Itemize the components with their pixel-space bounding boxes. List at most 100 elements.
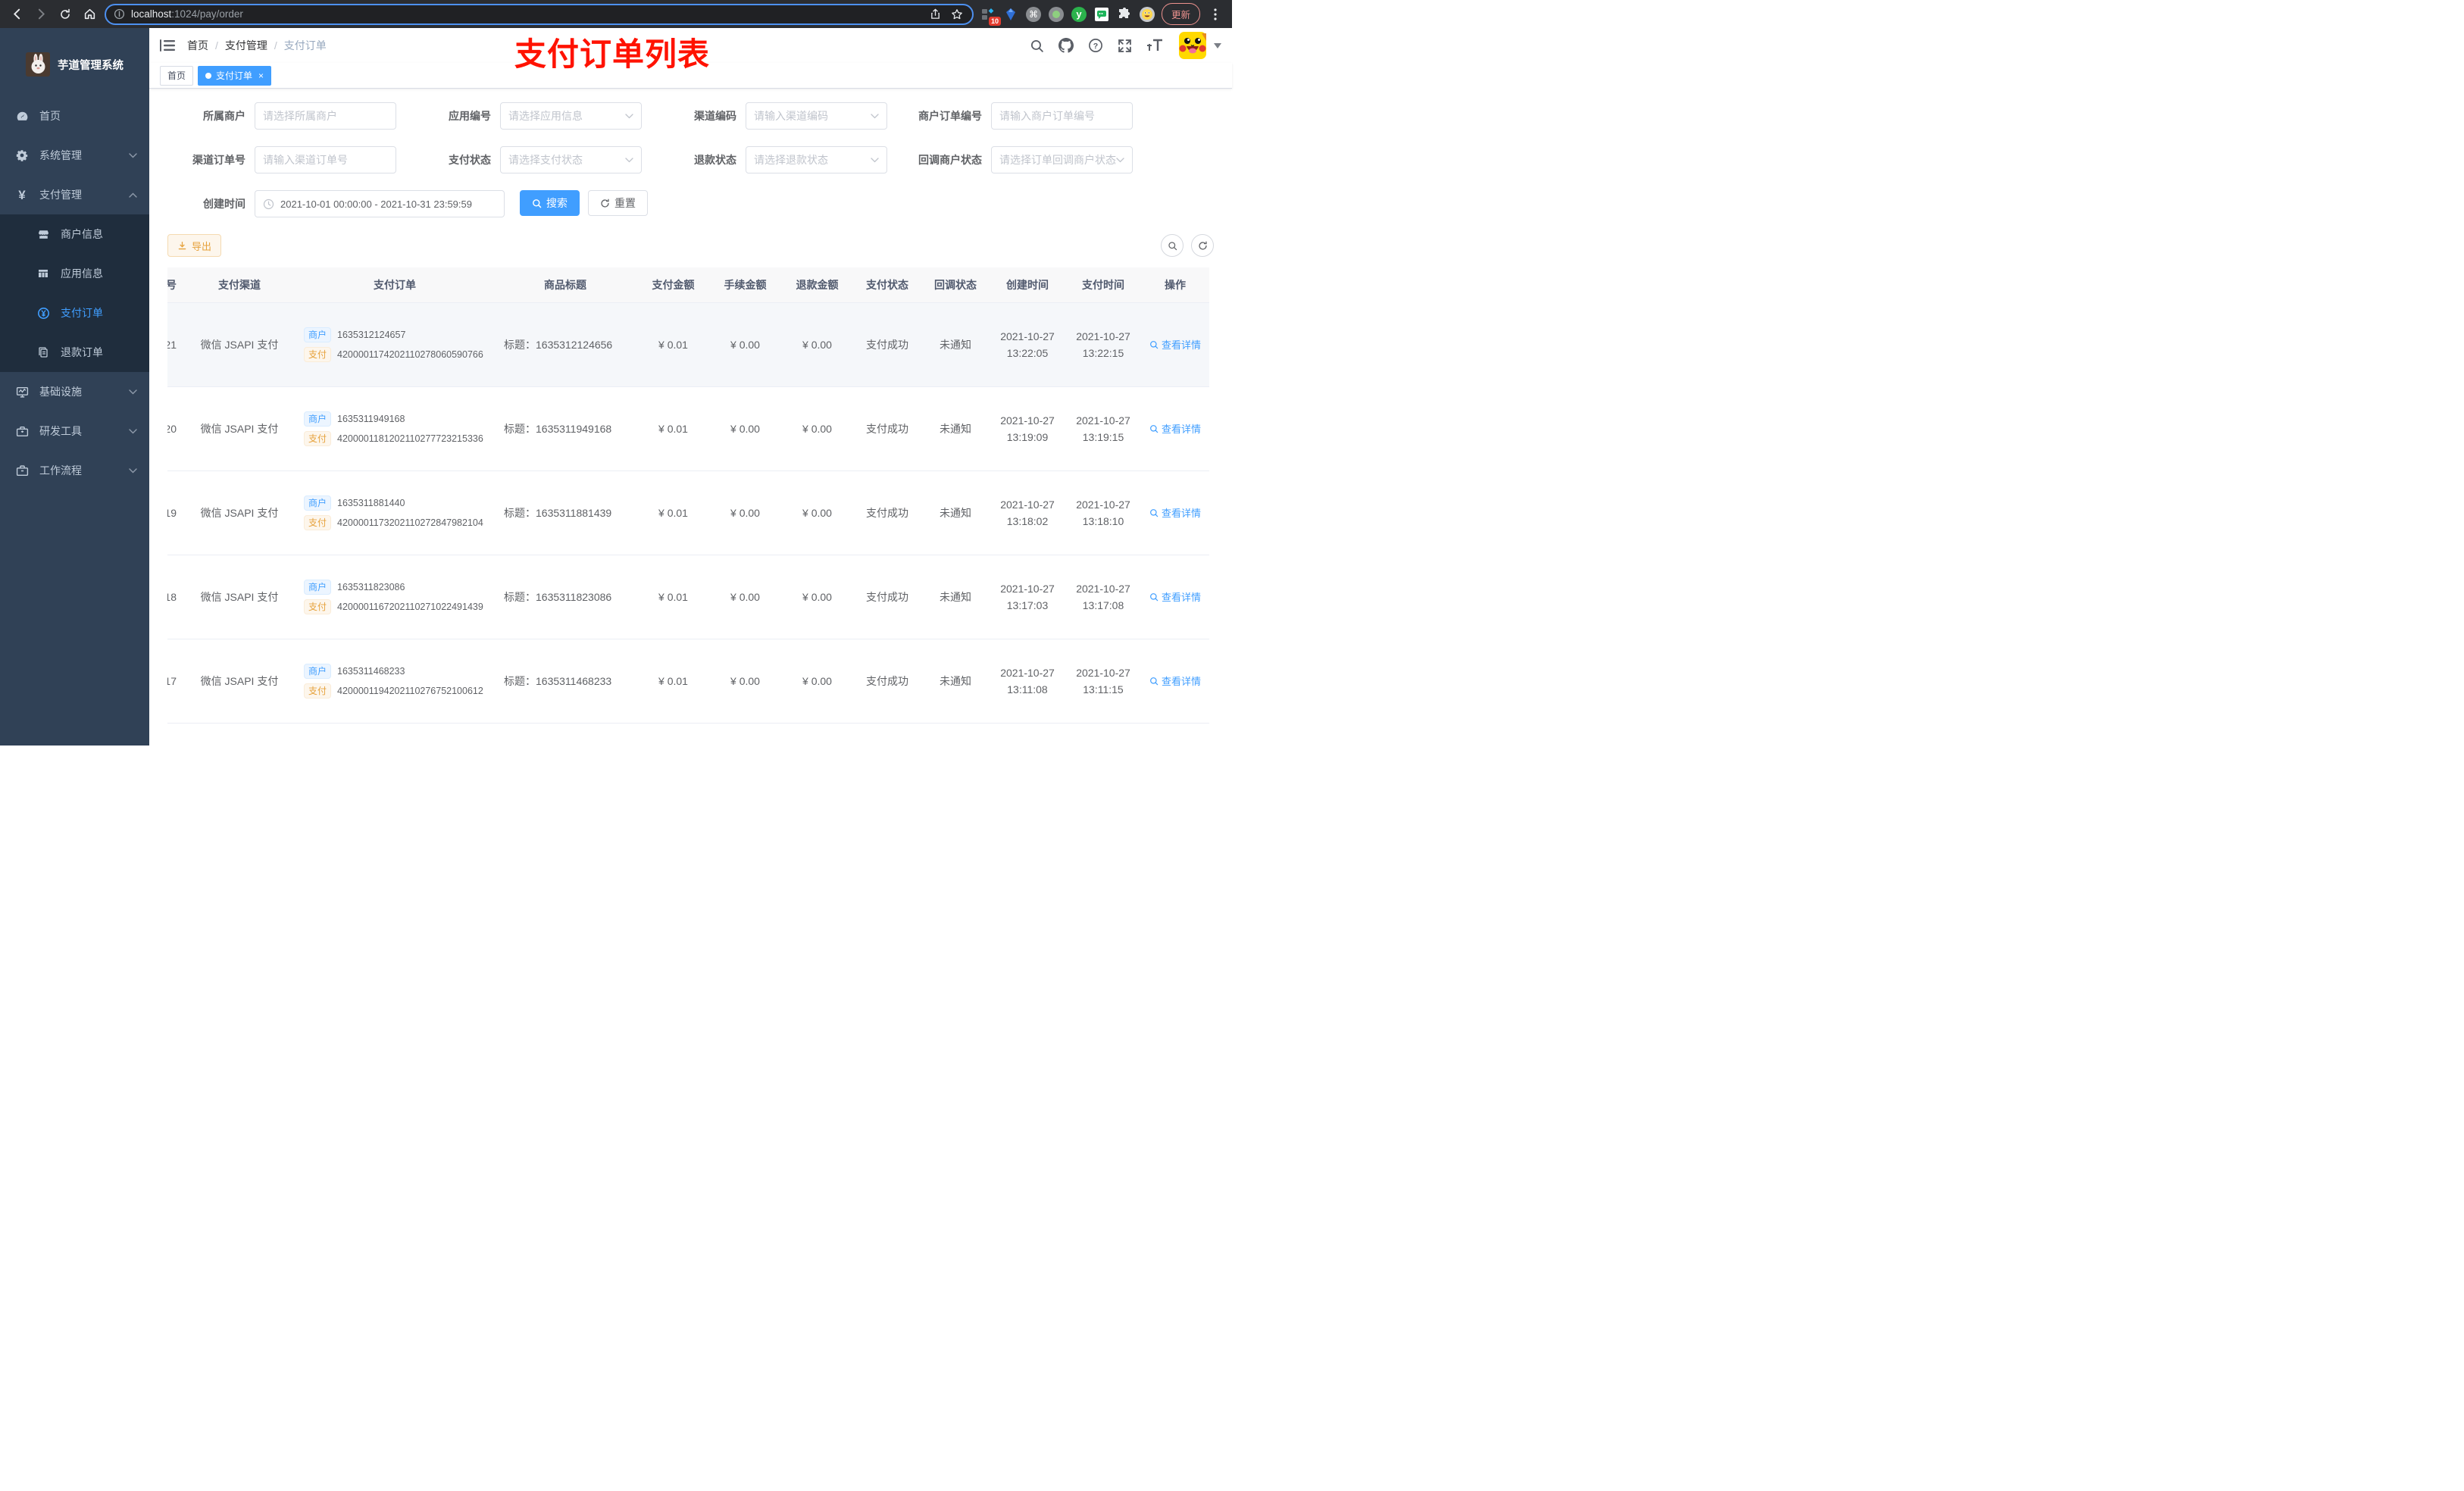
cell-actions[interactable]: 查看详情: [1141, 639, 1209, 724]
cell-title: 标题：1635311881439: [493, 470, 637, 555]
table-row: 20 微信 JSAPI 支付 商户 1635311949168 支付 4200001181…: [167, 386, 1209, 471]
url-text: localhost:1024/pay/order: [131, 8, 243, 20]
filter-row-2: 渠道订单号 请输入渠道订单号 支付状态 请选择支付状态 退款状态 请选择退款状态 回调商户状…: [167, 146, 1214, 173]
filter-field-应用编号: 应用编号 请选择应用信息: [413, 102, 651, 130]
filter-row-date: 创建时间 2021-10-01 00:00:00 - 2021-10-31 23…: [167, 190, 1214, 217]
view-details-link[interactable]: 查看详情: [1149, 505, 1201, 520]
extension-dot-icon[interactable]: [1048, 6, 1065, 23]
table-row: 21 微信 JSAPI 支付 商户 1635312124657 支付 4200001174…: [167, 302, 1209, 387]
select-支付状态[interactable]: 请选择支付状态: [500, 146, 642, 173]
export-button[interactable]: 导出: [167, 234, 222, 257]
extension-y-icon[interactable]: y: [1071, 6, 1087, 23]
help-icon[interactable]: ?: [1088, 38, 1103, 53]
browser-toolbar: localhost:1024/pay/order 10 ⌘ y 更新: [0, 0, 1232, 28]
extension-command-icon[interactable]: ⌘: [1025, 6, 1042, 23]
browser-update-button[interactable]: 更新: [1161, 3, 1200, 25]
breadcrumb-pay[interactable]: 支付管理: [225, 38, 267, 53]
cell-created-time: 2021-10-27 13:22:05: [990, 302, 1065, 387]
pay-badge: 支付: [304, 599, 332, 614]
sidebar-item-系统管理[interactable]: 系统管理: [0, 136, 149, 175]
sidebar-item-label: 研发工具: [39, 425, 82, 437]
date-filter-label: 创建时间: [203, 198, 245, 210]
breadcrumb-home[interactable]: 首页: [187, 38, 208, 53]
cell-actions[interactable]: 查看详情: [1141, 386, 1209, 471]
input-渠道订单号[interactable]: 请输入渠道订单号: [255, 146, 396, 173]
sidebar-item-应用信息[interactable]: 应用信息: [0, 254, 149, 293]
sidebar-item-基础设施[interactable]: 基础设施: [0, 372, 149, 411]
sidebar-item-商户信息[interactable]: 商户信息: [0, 214, 149, 254]
sidebar-item-label: 退款订单: [61, 346, 103, 358]
address-bar[interactable]: localhost:1024/pay/order: [105, 3, 974, 25]
reload-icon[interactable]: [56, 5, 74, 23]
github-icon[interactable]: [1058, 38, 1074, 53]
share-icon[interactable]: [928, 5, 943, 23]
tag-支付订单[interactable]: 支付订单 ×: [198, 65, 272, 86]
chevron-down-icon: [129, 389, 137, 395]
page-content: 所属商户 请选择所属商户 应用编号 请选择应用信息 渠道编码 请输入渠道编码 商户订单编号请…: [149, 89, 1232, 746]
toggle-search-button[interactable]: [1161, 234, 1184, 257]
search-button[interactable]: 搜索: [520, 190, 580, 216]
select-渠道编码[interactable]: 请输入渠道编码: [746, 102, 887, 130]
user-avatar[interactable]: [1179, 32, 1221, 59]
sidebar-item-退款订单[interactable]: 退款订单: [0, 333, 149, 372]
fullscreen-icon[interactable]: [1118, 39, 1132, 53]
app-logo[interactable]: 芋道管理系统: [0, 28, 149, 96]
extension-chat-icon[interactable]: [1093, 6, 1110, 23]
caret-down-icon: [1214, 42, 1221, 48]
input-商户订单编号[interactable]: 请输入商户订单编号: [991, 102, 1133, 130]
sidebar-item-工作流程[interactable]: 工作流程: [0, 451, 149, 490]
select-退款状态[interactable]: 请选择退款状态: [746, 146, 887, 173]
sidebar-item-首页[interactable]: 首页: [0, 96, 149, 136]
browser-menu-icon[interactable]: [1206, 5, 1224, 23]
forward-icon[interactable]: [32, 5, 50, 23]
cell-channel: 微信 JSAPI 支付: [183, 386, 296, 471]
view-details-link[interactable]: 查看详情: [1149, 421, 1201, 436]
home-icon[interactable]: [80, 5, 98, 23]
select-应用编号[interactable]: 请选择应用信息: [500, 102, 642, 130]
tag-dot: [205, 72, 212, 79]
cell-pay-status: [853, 723, 921, 746]
cell-actions[interactable]: 查看详情: [1141, 555, 1209, 639]
hamburger-icon[interactable]: [160, 39, 175, 52]
cell-actions[interactable]: 查看详情: [1141, 470, 1209, 555]
cell-actions[interactable]: 查看详情: [1141, 302, 1209, 387]
cell-amount: [637, 723, 709, 746]
gear-icon: [15, 149, 29, 161]
view-details-link[interactable]: 查看详情: [1149, 337, 1201, 352]
site-info-icon[interactable]: [114, 8, 125, 20]
merchant-order-no: 1635311881440: [337, 497, 405, 508]
merchant-badge: 商户: [304, 495, 332, 511]
view-details-link[interactable]: 查看详情: [1149, 589, 1201, 604]
merchant-badge: 商户: [304, 579, 332, 595]
placeholder-text: 请输入渠道订单号: [263, 154, 348, 166]
profile-emoji-icon[interactable]: [1139, 6, 1155, 23]
table-row: 18 微信 JSAPI 支付 商户 1635311823086 支付 4200001167…: [167, 555, 1209, 639]
search-icon[interactable]: [1030, 39, 1044, 53]
back-icon[interactable]: [8, 5, 26, 23]
extension-puzzle-icon[interactable]: [1116, 6, 1133, 23]
placeholder-text: 请选择退款状态: [754, 154, 828, 166]
chevron-down-icon: [871, 157, 879, 163]
bookmark-star-icon[interactable]: [949, 5, 965, 23]
input-所属商户[interactable]: 请选择所属商户: [255, 102, 396, 130]
cell-paid-time: 2021-10-27 13:22:15: [1065, 302, 1141, 387]
sidebar-item-研发工具[interactable]: 研发工具: [0, 411, 149, 451]
view-details-link[interactable]: 查看详情: [1149, 674, 1201, 688]
sidebar-item-label: 首页: [39, 110, 61, 122]
yencircle-icon: [36, 307, 50, 320]
extension-gem-icon[interactable]: [1002, 6, 1019, 23]
date-range-input[interactable]: 2021-10-01 00:00:00 - 2021-10-31 23:59:5…: [255, 190, 505, 217]
refresh-table-button[interactable]: [1191, 234, 1214, 257]
tag-close-icon[interactable]: ×: [258, 70, 264, 81]
cell-created-time: 2021-10-27 13:11:08: [990, 639, 1065, 724]
reset-button[interactable]: 重置: [588, 190, 648, 216]
extension-tabs-icon[interactable]: 10: [980, 6, 1001, 26]
sidebar-item-支付订单[interactable]: 支付订单: [0, 293, 149, 333]
tag-首页[interactable]: 首页: [160, 65, 194, 86]
font-size-icon[interactable]: [1146, 39, 1165, 52]
page-annotation: 支付订单列表: [514, 36, 711, 72]
sidebar-item-支付管理[interactable]: ¥ 支付管理: [0, 175, 149, 214]
select-回调商户状态[interactable]: 请选择订单回调商户状态: [991, 146, 1133, 173]
filter-field-支付状态: 支付状态 请选择支付状态: [413, 146, 651, 173]
placeholder-text: 请输入商户订单编号: [999, 110, 1095, 122]
